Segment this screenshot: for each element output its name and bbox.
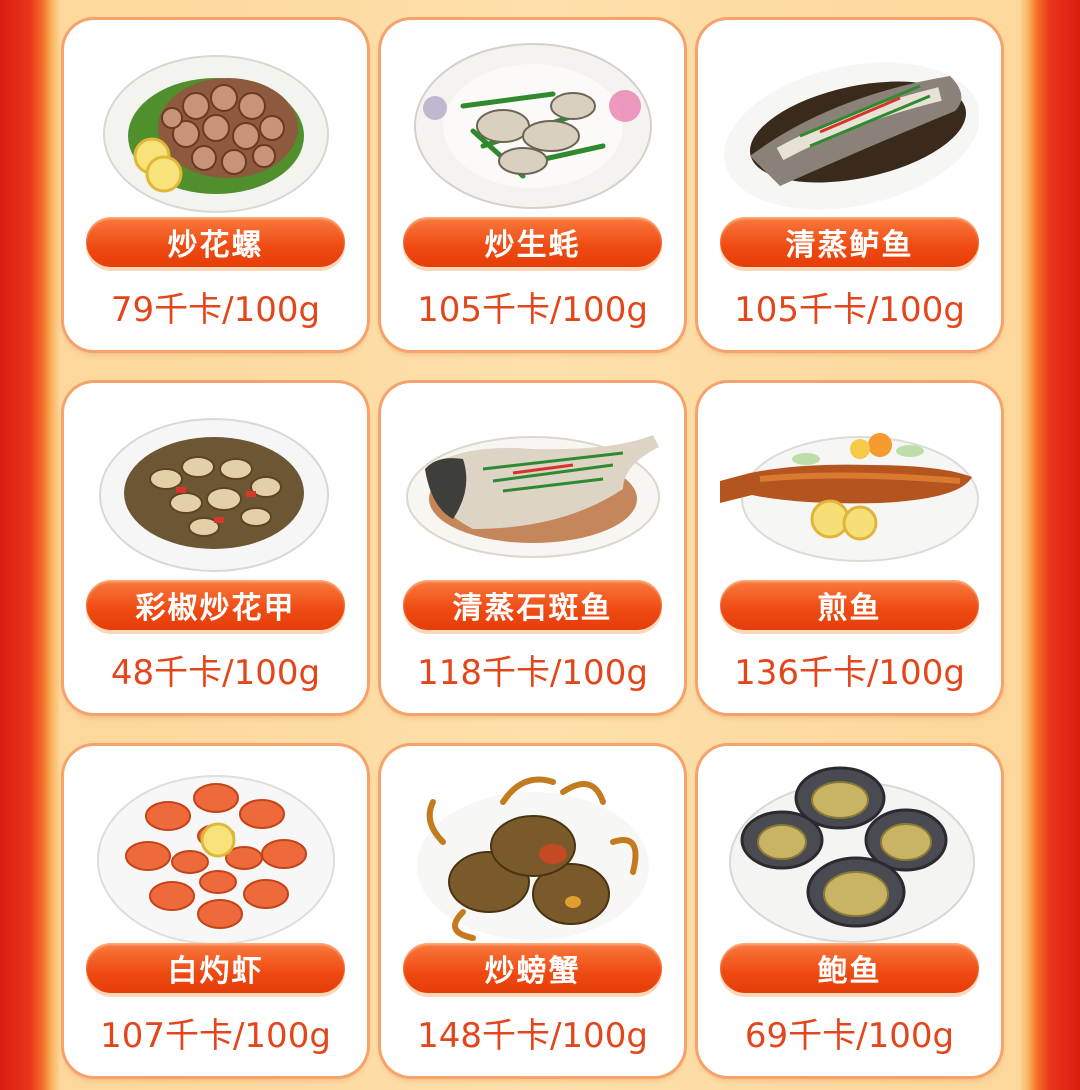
- fried-fish-photo: [720, 399, 979, 585]
- calorie-value: 118千卡/100g: [417, 653, 648, 693]
- dish-name-label: 炒花螺: [86, 217, 345, 267]
- calorie-value: 107千卡/100g: [100, 1016, 331, 1056]
- calorie-value: 79千卡/100g: [110, 290, 321, 330]
- clam-dish-photo: [86, 399, 345, 585]
- calorie-value: 105千卡/100g: [734, 290, 965, 330]
- steamed-bass-photo: [720, 36, 979, 222]
- dish-name-label: 白灼虾: [86, 943, 345, 993]
- dish-card-boiled-shrimp[interactable]: 白灼虾 107千卡/100g: [64, 746, 367, 1076]
- dish-card-fried-fish[interactable]: 煎鱼 136千卡/100g: [698, 383, 1001, 713]
- dish-name-label: 清蒸石斑鱼: [403, 580, 662, 630]
- dish-card-clam[interactable]: 彩椒炒花甲 48千卡/100g: [64, 383, 367, 713]
- dish-card-steamed-grouper[interactable]: 清蒸石斑鱼 118千卡/100g: [381, 383, 684, 713]
- calorie-value: 136千卡/100g: [734, 653, 965, 693]
- dish-name-label: 鲍鱼: [720, 943, 979, 993]
- dish-name-label: 清蒸鲈鱼: [720, 217, 979, 267]
- fried-crab-photo: [403, 762, 662, 948]
- dish-card-fried-crab[interactable]: 炒螃蟹 148千卡/100g: [381, 746, 684, 1076]
- steamed-grouper-photo: [403, 399, 662, 585]
- dish-card-steamed-bass[interactable]: 清蒸鲈鱼 105千卡/100g: [698, 20, 1001, 350]
- calorie-value: 148千卡/100g: [417, 1016, 648, 1056]
- dish-name-label: 炒生蚝: [403, 217, 662, 267]
- dish-card-abalone[interactable]: 鲍鱼 69千卡/100g: [698, 746, 1001, 1076]
- calorie-value: 105千卡/100g: [417, 290, 648, 330]
- dish-name-label: 炒螃蟹: [403, 943, 662, 993]
- dish-card-oyster[interactable]: 炒生蚝 105千卡/100g: [381, 20, 684, 350]
- boiled-shrimp-photo: [86, 762, 345, 948]
- oyster-dish-photo: [403, 36, 662, 222]
- dish-card-sea-snail[interactable]: 炒花螺 79千卡/100g: [64, 20, 367, 350]
- dish-name-label: 彩椒炒花甲: [86, 580, 345, 630]
- calorie-value: 48千卡/100g: [110, 653, 321, 693]
- sea-snail-dish-photo: [86, 36, 345, 222]
- abalone-photo: [720, 762, 979, 948]
- dish-name-label: 煎鱼: [720, 580, 979, 630]
- calorie-value: 69千卡/100g: [744, 1016, 955, 1056]
